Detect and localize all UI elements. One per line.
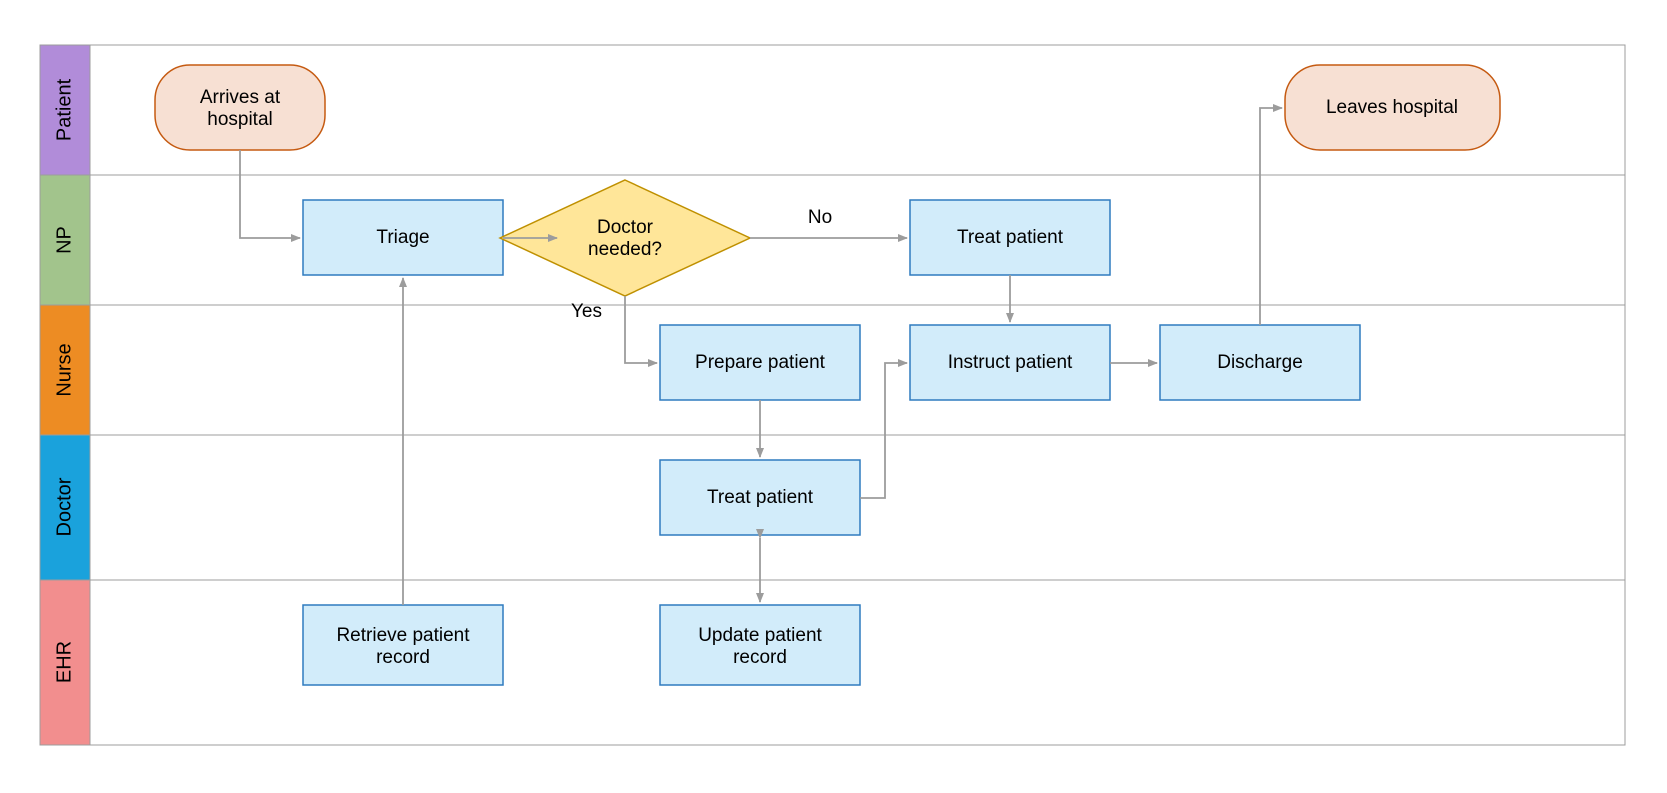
swimlane-diagram: Patient NP Nurse Doctor EHR Arrives at h… [0,0,1667,793]
node-arrives-label-l1: Arrives at [200,87,281,108]
node-doctor-needed-label-l1: Doctor [597,217,654,238]
lane-label-np: NP [53,226,75,254]
edge-decision-prepare [625,296,657,363]
edge-discharge-leaves [1260,108,1282,325]
node-update-label-l2: record [733,647,787,668]
node-treat-doctor-label: Treat patient [707,487,814,508]
node-update-label-l1: Update patient [698,625,822,646]
edge-label-no: No [808,207,832,228]
lane-label-nurse: Nurse [53,343,75,396]
node-retrieve-label-l2: record [376,647,430,668]
lane-label-doctor: Doctor [53,477,75,536]
node-instruct-label: Instruct patient [948,352,1073,373]
lane-label-ehr: EHR [53,641,75,683]
node-treat-np-label: Treat patient [957,227,1064,248]
node-prepare-label: Prepare patient [695,352,826,373]
node-retrieve-label-l1: Retrieve patient [336,625,470,646]
edge-treatdoc-instruct [860,363,907,498]
edge-arrives-triage [240,150,300,238]
lane-label-patient: Patient [53,78,75,141]
node-leaves-label: Leaves hospital [1326,97,1458,118]
node-doctor-needed-label-l2: needed? [588,239,662,260]
node-arrives-label-l2: hospital [207,109,273,130]
edge-label-yes: Yes [571,301,602,322]
node-triage-label: Triage [376,227,429,248]
node-discharge-label: Discharge [1217,352,1303,373]
